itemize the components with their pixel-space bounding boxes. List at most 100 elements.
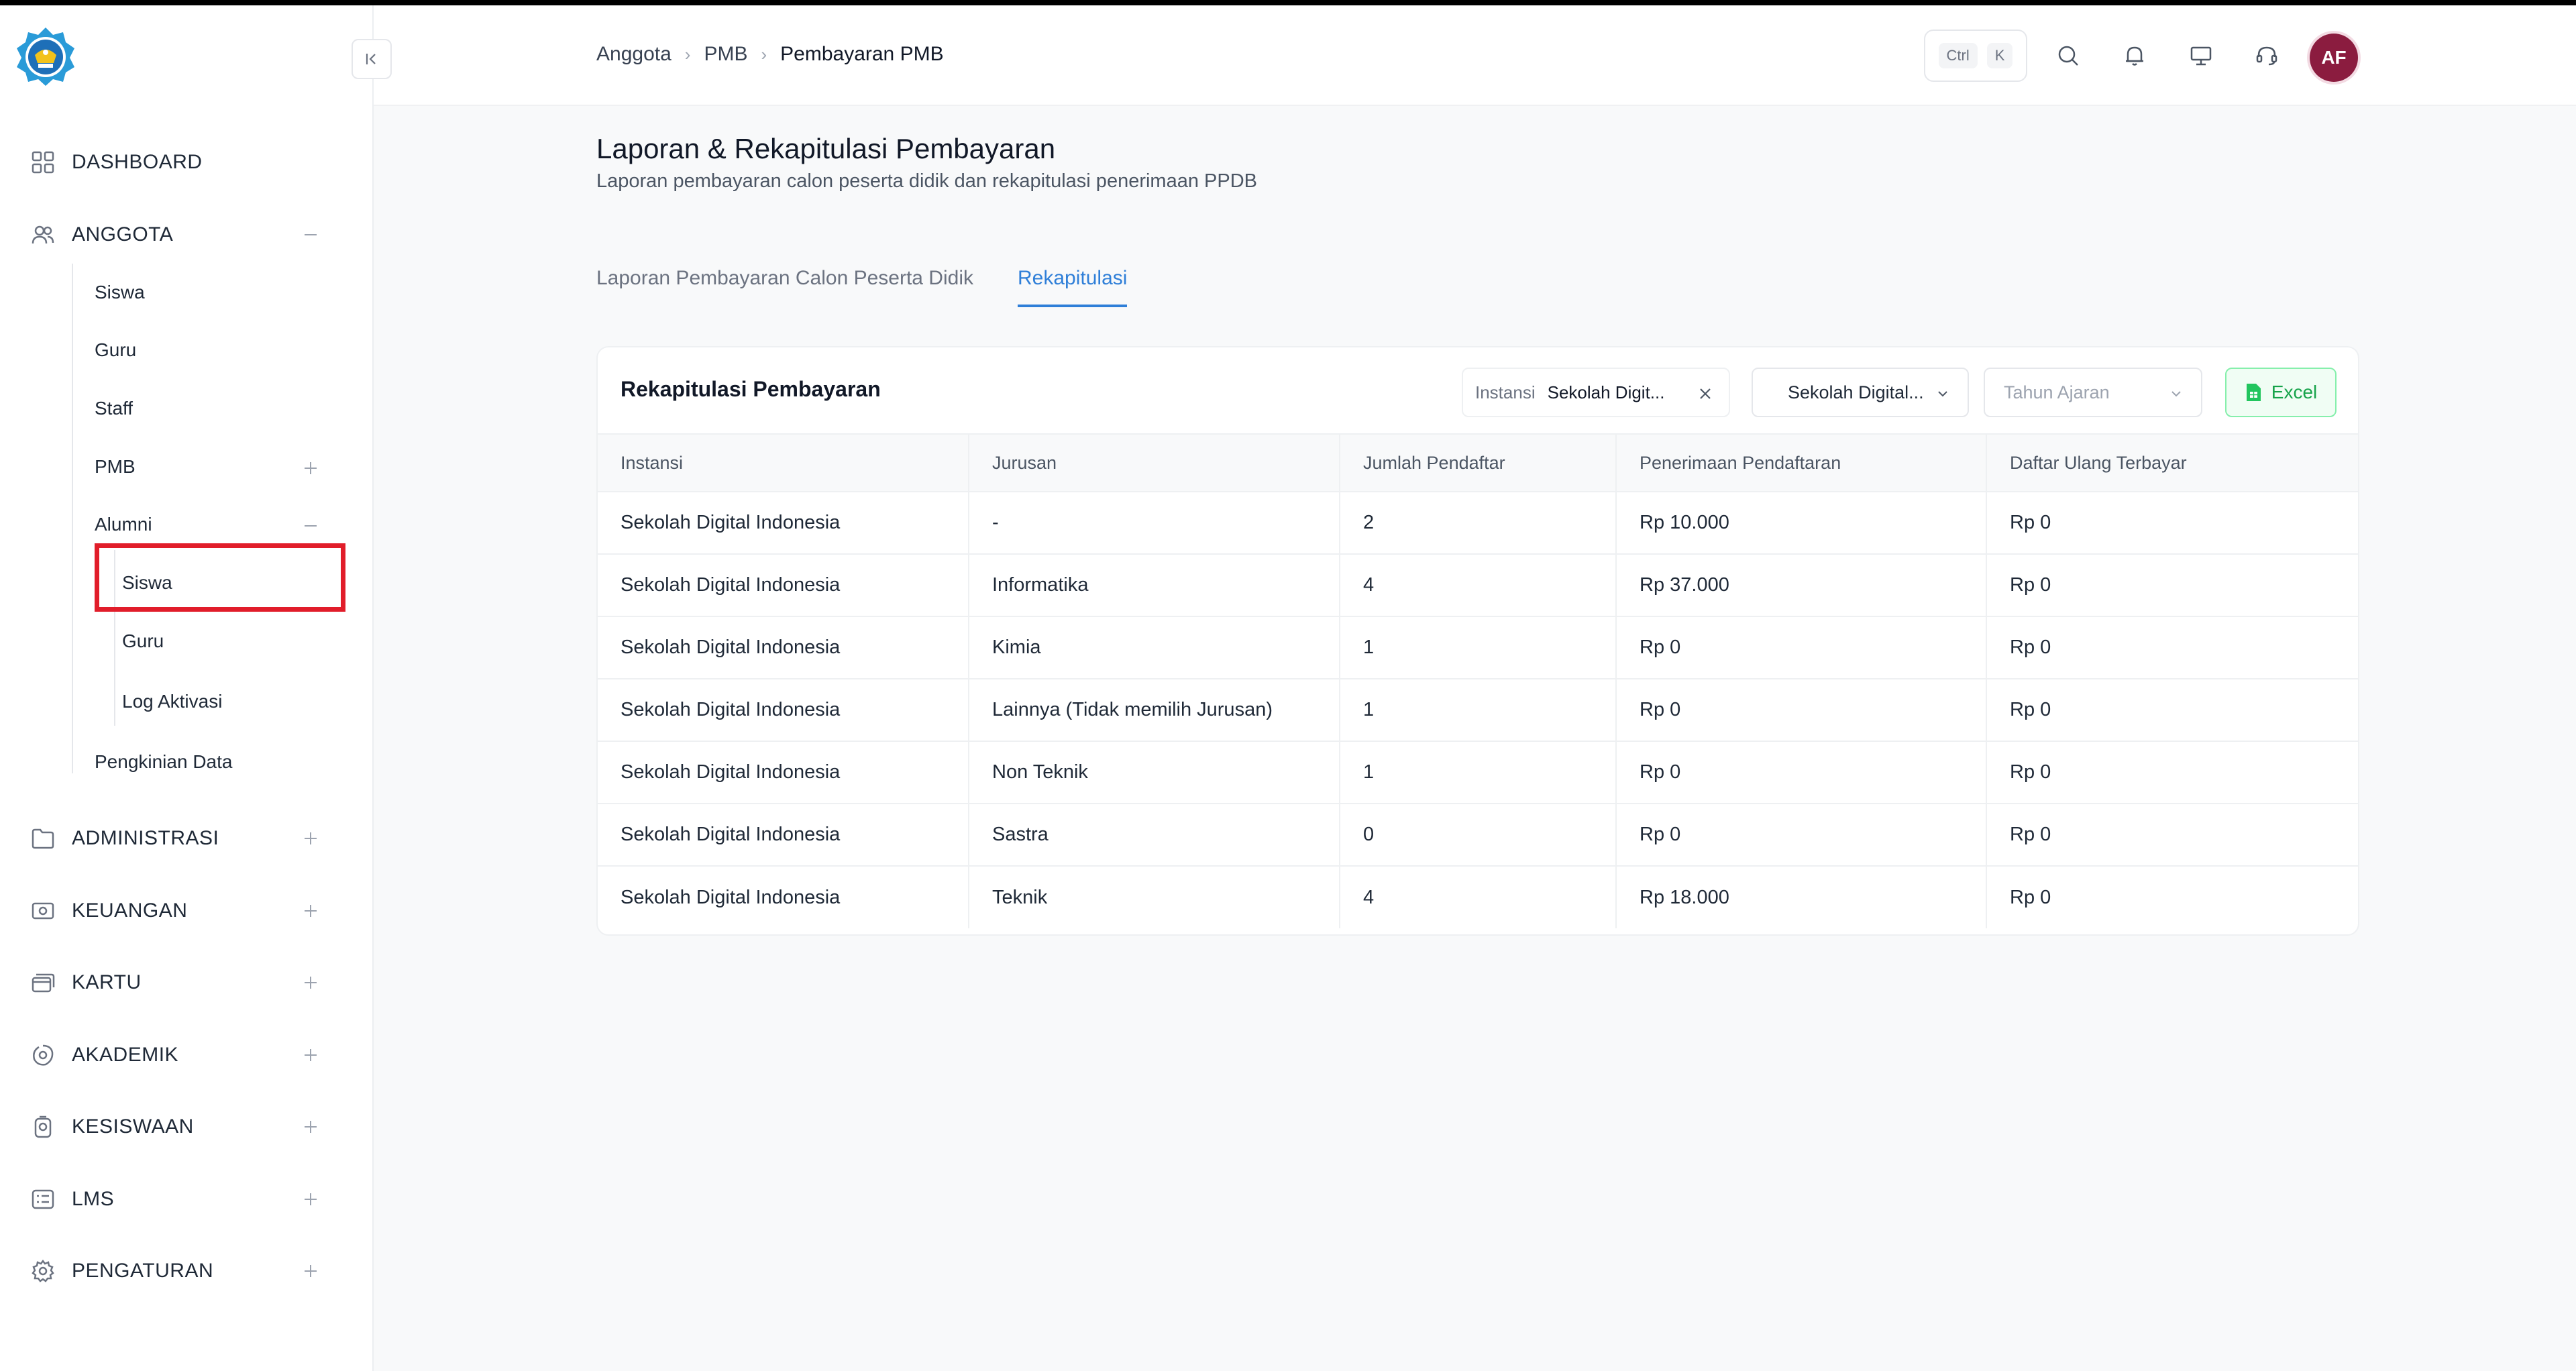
card-title: Rekapitulasi Pembayaran bbox=[621, 377, 881, 401]
kbd-k: K bbox=[1986, 43, 2013, 68]
page-subtitle: Laporan pembayaran calon peserta didik d… bbox=[596, 170, 1257, 192]
tab-laporan-pembayaran[interactable]: Laporan Pembayaran Calon Peserta Didik bbox=[596, 267, 973, 307]
plus-icon[interactable] bbox=[301, 828, 321, 848]
excel-export-button[interactable]: Excel bbox=[2225, 368, 2337, 417]
cell-jumlah: 2 bbox=[1340, 492, 1617, 555]
school-select[interactable]: Sekolah Digital... bbox=[1752, 368, 1969, 417]
tahun-ajaran-select[interactable]: Tahun Ajaran bbox=[1984, 368, 2202, 417]
nav-label: ADMINISTRASI bbox=[72, 827, 219, 849]
sidebar-item-staff[interactable]: Staff bbox=[95, 398, 133, 419]
sidebar-item-alumni[interactable]: Alumni bbox=[95, 514, 152, 535]
academic-icon bbox=[30, 1042, 56, 1068]
headset-icon[interactable] bbox=[2253, 42, 2280, 69]
column-header[interactable]: Daftar Ulang Terbayar bbox=[1986, 433, 2358, 492]
plus-icon[interactable] bbox=[301, 1189, 321, 1209]
sidebar-item-log-aktivasi[interactable]: Log Aktivasi bbox=[122, 691, 222, 712]
sidebar-item-pengkinian-data[interactable]: Pengkinian Data bbox=[95, 751, 232, 773]
nav-anggota[interactable]: ANGGOTA bbox=[0, 221, 374, 248]
table-row: Sekolah Digital Indonesia Teknik 4 Rp 18… bbox=[598, 866, 2358, 928]
cell-jurusan: Kimia bbox=[969, 616, 1340, 679]
nav-akademik[interactable]: AKADEMIK bbox=[0, 1042, 374, 1068]
plus-icon[interactable] bbox=[301, 1045, 321, 1065]
cell-instansi: Sekolah Digital Indonesia bbox=[598, 804, 969, 867]
cell-jurusan: Lainnya (Tidak memilih Jurusan) bbox=[969, 679, 1340, 742]
grid-icon bbox=[30, 149, 56, 176]
sidebar-item-pmb[interactable]: PMB bbox=[95, 456, 136, 478]
nav-lms[interactable]: LMS bbox=[0, 1186, 374, 1213]
cell-instansi: Sekolah Digital Indonesia bbox=[598, 616, 969, 679]
cell-jurusan: Sastra bbox=[969, 804, 1340, 867]
plus-icon[interactable] bbox=[301, 1261, 321, 1281]
nav-label: PENGATURAN bbox=[72, 1260, 214, 1282]
nav-dashboard[interactable]: DASHBOARD bbox=[0, 149, 374, 176]
cell-penerimaan: Rp 18.000 bbox=[1616, 866, 1987, 928]
table-row: Sekolah Digital Indonesia Sastra 0 Rp 0 … bbox=[598, 804, 2358, 867]
breadcrumb-item[interactable]: Anggota bbox=[596, 43, 672, 66]
breadcrumb-item[interactable]: PMB bbox=[704, 43, 747, 66]
sidebar-item-alumni-guru[interactable]: Guru bbox=[122, 630, 164, 652]
cell-daftar-ulang: Rp 0 bbox=[1986, 554, 2358, 617]
sidebar-item-guru[interactable]: Guru bbox=[95, 339, 136, 361]
nav-kartu[interactable]: KARTU bbox=[0, 969, 374, 996]
table-row: Sekolah Digital Indonesia Lainnya (Tidak… bbox=[598, 679, 2358, 742]
cell-daftar-ulang: Rp 0 bbox=[1986, 804, 2358, 867]
tab-rekapitulasi[interactable]: Rekapitulasi bbox=[1018, 267, 1128, 307]
chevron-right-icon: › bbox=[684, 44, 691, 64]
nav-keuangan[interactable]: KEUANGAN bbox=[0, 897, 374, 924]
nav-label: AKADEMIK bbox=[72, 1044, 179, 1066]
table-row: Sekolah Digital Indonesia Informatika 4 … bbox=[598, 554, 2358, 617]
app-viewport: DASHBOARD ANGGOTA Siswa Guru Staff PMB A… bbox=[0, 5, 2576, 1371]
search-icon[interactable] bbox=[2055, 42, 2082, 69]
collapse-left-icon bbox=[363, 50, 380, 68]
breadcrumb-current: Pembayaran PMB bbox=[780, 43, 944, 65]
nav-administrasi[interactable]: ADMINISTRASI bbox=[0, 825, 374, 852]
cell-penerimaan: Rp 0 bbox=[1616, 804, 1987, 867]
tut-wuri-handayani-logo[interactable] bbox=[15, 25, 76, 87]
list-icon bbox=[30, 1186, 56, 1213]
excel-label: Excel bbox=[2271, 382, 2318, 402]
table-header-row: Instansi Jurusan Jumlah Pendaftar Peneri… bbox=[598, 433, 2358, 492]
table-row: Sekolah Digital Indonesia Non Teknik 1 R… bbox=[598, 741, 2358, 804]
users-icon bbox=[30, 221, 56, 248]
bell-icon[interactable] bbox=[2121, 42, 2148, 69]
cell-jumlah: 1 bbox=[1340, 679, 1617, 742]
nav-label: LMS bbox=[72, 1188, 115, 1210]
cell-instansi: Sekolah Digital Indonesia bbox=[598, 866, 969, 928]
command-palette-shortcut[interactable]: Ctrl K bbox=[1924, 30, 2027, 82]
cell-instansi: Sekolah Digital Indonesia bbox=[598, 492, 969, 555]
sidebar-item-siswa[interactable]: Siswa bbox=[95, 282, 145, 303]
minus-icon[interactable] bbox=[301, 516, 321, 536]
cell-jumlah: 1 bbox=[1340, 741, 1617, 804]
cell-jurusan: - bbox=[969, 492, 1340, 555]
column-header[interactable]: Jurusan bbox=[969, 433, 1340, 492]
avatar[interactable]: AF bbox=[2310, 34, 2358, 82]
nav-pengaturan[interactable]: PENGATURAN bbox=[0, 1258, 374, 1284]
page-title: Laporan & Rekapitulasi Pembayaran bbox=[596, 133, 1056, 164]
chevron-down-icon bbox=[1934, 385, 1951, 402]
plus-icon[interactable] bbox=[301, 1117, 321, 1137]
column-header[interactable]: Instansi bbox=[598, 433, 969, 492]
table-row: Sekolah Digital Indonesia - 2 Rp 10.000 … bbox=[598, 492, 2358, 555]
cell-jurusan: Non Teknik bbox=[969, 741, 1340, 804]
topbar: Anggota › PMB › Pembayaran PMB Ctrl K AF bbox=[374, 5, 2576, 106]
folder-icon bbox=[30, 825, 56, 852]
sidebar: DASHBOARD ANGGOTA Siswa Guru Staff PMB A… bbox=[0, 5, 374, 1371]
cell-jumlah: 4 bbox=[1340, 866, 1617, 928]
collapse-sidebar-button[interactable] bbox=[352, 39, 392, 79]
close-icon[interactable] bbox=[1694, 382, 1717, 405]
minus-icon[interactable] bbox=[301, 225, 321, 245]
student-icon bbox=[30, 1113, 56, 1140]
plus-icon[interactable] bbox=[301, 901, 321, 921]
cell-penerimaan: Rp 0 bbox=[1616, 741, 1987, 804]
monitor-icon[interactable] bbox=[2188, 42, 2214, 69]
school-select-value: Sekolah Digital... bbox=[1788, 382, 1924, 402]
column-header[interactable]: Jumlah Pendaftar bbox=[1340, 433, 1617, 492]
plus-icon[interactable] bbox=[301, 973, 321, 993]
plus-icon[interactable] bbox=[301, 458, 321, 478]
nav-label: ANGGOTA bbox=[72, 223, 174, 245]
breadcrumb: Anggota › PMB › Pembayaran PMB bbox=[596, 43, 944, 66]
cell-instansi: Sekolah Digital Indonesia bbox=[598, 554, 969, 617]
column-header[interactable]: Penerimaan Pendaftaran bbox=[1616, 433, 1987, 492]
filter-chip-instansi[interactable]: Instansi Sekolah Digit... bbox=[1462, 368, 1730, 417]
nav-kesiswaan[interactable]: KESISWAAN bbox=[0, 1113, 374, 1140]
